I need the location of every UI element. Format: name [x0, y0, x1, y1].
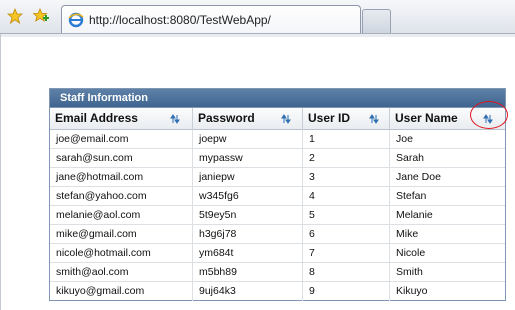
- cell-user-name: Joe: [396, 133, 413, 145]
- cell-user-id: 4: [303, 187, 390, 206]
- cell-password: janiepw: [193, 168, 303, 187]
- cell-user-name: Melanie: [396, 209, 433, 221]
- cell-user-id: 6: [303, 225, 390, 244]
- cell-email: smith@aol.com: [50, 263, 193, 282]
- cell-email: sarah@sun.com: [50, 149, 193, 168]
- cell-password: h3g6j78: [193, 225, 303, 244]
- cell-user-name: Kikuyo: [396, 285, 428, 297]
- staff-grid: Staff Information Email Address Password…: [49, 88, 506, 301]
- cell-email: kikuyo@gmail.com: [50, 282, 193, 301]
- sort-icon[interactable]: [170, 114, 180, 124]
- cell-user-name: Smith: [396, 266, 423, 278]
- add-favorite-icon[interactable]: [32, 7, 50, 25]
- ie-page-icon: [68, 12, 84, 28]
- cell-email: melanie@aol.com: [50, 206, 193, 225]
- column-header-email[interactable]: Email Address: [50, 108, 193, 130]
- cell-password: m5bh89: [193, 263, 303, 282]
- cell-password: joepw: [193, 130, 303, 149]
- cell-password: mypassw: [193, 149, 303, 168]
- table-row[interactable]: melanie@aol.com 5t9ey5n 5 Melanie: [50, 206, 505, 225]
- cell-password: w345fg6: [193, 187, 303, 206]
- cell-user-id: 3: [303, 168, 390, 187]
- cell-user-name: Jane Doe: [396, 171, 441, 183]
- table-row[interactable]: mike@gmail.com h3g6j78 6 Mike: [50, 225, 505, 244]
- active-tab[interactable]: http://localhost:8080/TestWebApp/: [61, 5, 361, 33]
- cell-user-name: Nicole: [396, 247, 426, 259]
- table-row[interactable]: joe@email.com joepw 1 Joe: [50, 130, 505, 149]
- cell-user-id: 8: [303, 263, 390, 282]
- cell-user-id: 5: [303, 206, 390, 225]
- cell-user-name: Sarah: [396, 152, 425, 164]
- cell-user-id: 7: [303, 244, 390, 263]
- column-header-password[interactable]: Password: [193, 108, 303, 130]
- cell-email: joe@email.com: [50, 130, 193, 149]
- cell-email: mike@gmail.com: [50, 225, 193, 244]
- cell-user-id: 9: [303, 282, 390, 301]
- sort-icon[interactable]: [369, 114, 379, 124]
- column-header-user-id[interactable]: User ID: [303, 108, 390, 130]
- cell-user-name: Stefan: [396, 190, 427, 202]
- new-tab-button[interactable]: [362, 9, 391, 33]
- table-row[interactable]: stefan@yahoo.com w345fg6 4 Stefan: [50, 187, 505, 206]
- table-row[interactable]: smith@aol.com m5bh89 8 Smith: [50, 263, 505, 282]
- grid-title: Staff Information: [50, 89, 505, 107]
- cell-password: 9uj64k3: [193, 282, 303, 301]
- table-row[interactable]: kikuyo@gmail.com 9uj64k3 9 Kikuyo: [50, 282, 505, 301]
- table-row[interactable]: nicole@hotmail.com ym684t 7 Nicole: [50, 244, 505, 263]
- sort-icon[interactable]: [483, 114, 493, 124]
- favorites-star-icon[interactable]: [6, 7, 24, 25]
- column-header-label: Email Address: [55, 111, 138, 125]
- browser-toolbar: http://localhost:8080/TestWebApp/: [0, 0, 515, 34]
- tab-url: http://localhost:8080/TestWebApp/: [89, 13, 271, 27]
- table-row[interactable]: sarah@sun.com mypassw 2 Sarah: [50, 149, 505, 168]
- cell-email: stefan@yahoo.com: [50, 187, 193, 206]
- table-row[interactable]: jane@hotmail.com janiepw 3 Jane Doe: [50, 168, 505, 187]
- cell-email: nicole@hotmail.com: [50, 244, 193, 263]
- grid-header: Email Address Password User ID User Name: [50, 107, 505, 130]
- cell-user-name: Mike: [396, 228, 419, 240]
- column-header-label: User ID: [308, 111, 351, 125]
- cell-password: ym684t: [193, 244, 303, 263]
- cell-password: 5t9ey5n: [193, 206, 303, 225]
- cell-email: jane@hotmail.com: [50, 168, 193, 187]
- cell-user-id: 2: [303, 149, 390, 168]
- cell-user-id: 1: [303, 130, 390, 149]
- sort-icon[interactable]: [281, 114, 291, 124]
- column-header-user-name[interactable]: User Name: [390, 108, 505, 130]
- column-header-label: User Name: [395, 111, 458, 125]
- column-header-label: Password: [198, 111, 255, 125]
